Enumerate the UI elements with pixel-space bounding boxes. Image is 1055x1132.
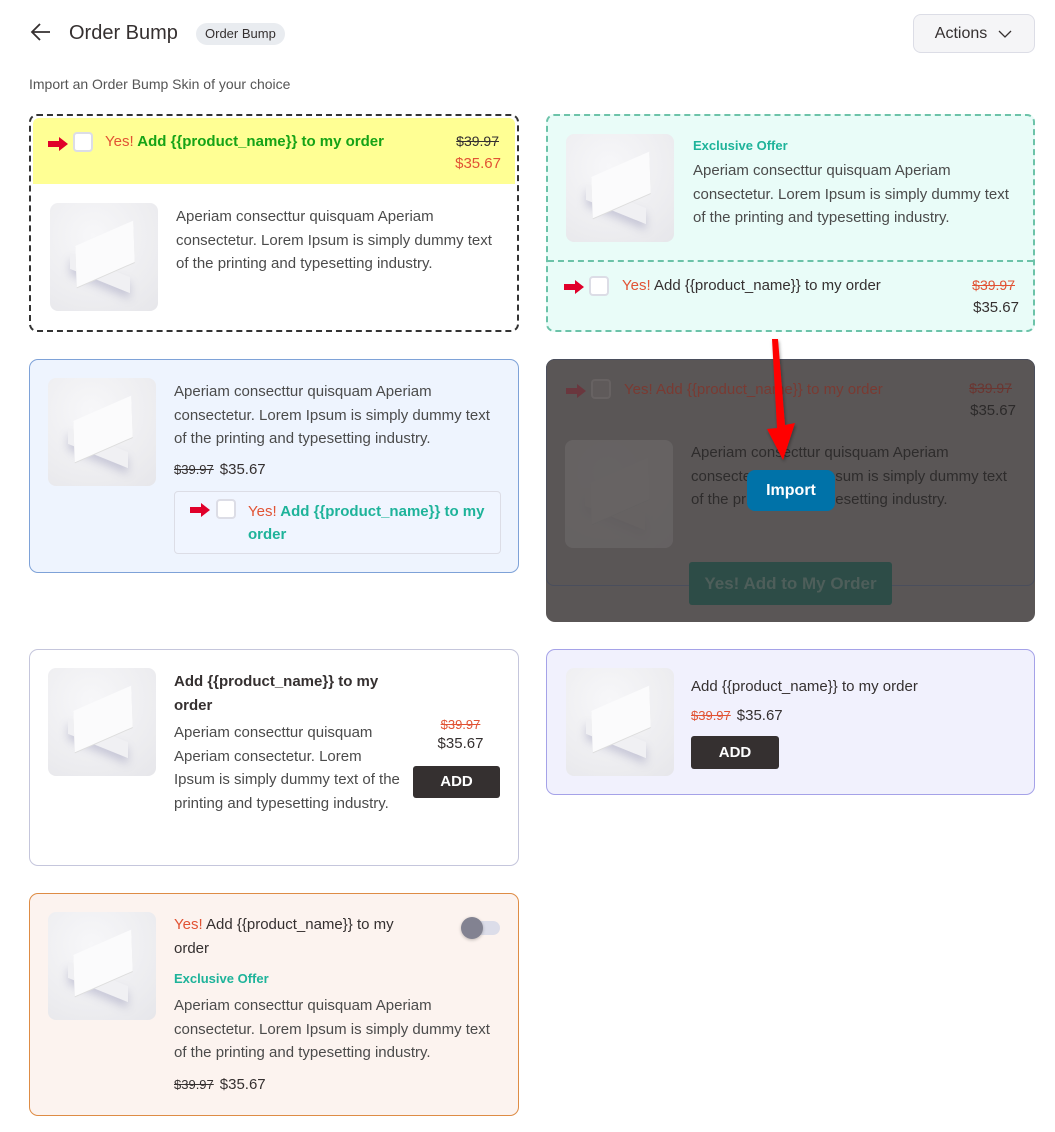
yes-text: Yes! bbox=[622, 277, 651, 294]
new-price: $35.67 bbox=[970, 402, 1016, 419]
old-price: $39.97 bbox=[691, 708, 731, 723]
skin-card-1[interactable]: Yes! Add {{product_name}} to my order $3… bbox=[29, 114, 519, 332]
price: $39.97 $35.67 bbox=[174, 1076, 266, 1093]
offer-title: Add {{product_name}} to my order bbox=[691, 678, 918, 695]
page-title: Order Bump bbox=[69, 22, 178, 44]
product-description: Aperiam consecttur quisquam Aperiam cons… bbox=[174, 724, 400, 812]
old-price: $39.97 bbox=[456, 133, 499, 149]
offer-toggle[interactable] bbox=[461, 916, 501, 939]
actions-label: Actions bbox=[934, 24, 988, 42]
offer-checkbox[interactable] bbox=[216, 499, 236, 519]
offer-text: Add {{product_name}} to my order bbox=[137, 133, 384, 150]
product-description: Aperiam consecttur quisquam Aperiam cons… bbox=[691, 444, 1007, 508]
offer-title: Yes! Add {{product_name}} to my order bbox=[174, 913, 424, 961]
price: $39.97 $35.67 bbox=[174, 461, 266, 478]
yes-text: Yes! bbox=[105, 133, 134, 150]
exclusive-offer-tag: Exclusive Offer bbox=[174, 971, 269, 986]
offer-text: Add {{product_name}} to my order bbox=[174, 916, 394, 957]
offer-label: Yes! Add {{product_name}} to my order bbox=[622, 277, 881, 294]
exclusive-offer-tag: Exclusive Offer bbox=[693, 138, 788, 153]
skin-card-6[interactable]: Add {{product_name}} to my order $39.97 $… bbox=[546, 649, 1035, 795]
annotation-arrow-icon bbox=[767, 339, 795, 460]
actions-dropdown-button[interactable]: Actions bbox=[913, 14, 1035, 53]
product-image bbox=[48, 912, 156, 1020]
old-price: $39.97 bbox=[174, 1077, 214, 1092]
offer-checkbox[interactable] bbox=[589, 276, 609, 296]
product-image bbox=[48, 378, 156, 486]
offer-label: Yes! Add {{product_name}} to my order bbox=[624, 381, 883, 398]
new-price: $35.67 bbox=[973, 299, 1019, 316]
offer-label: Yes! Add {{product_name}} to my order bbox=[105, 133, 384, 150]
chevron-down-icon bbox=[998, 30, 1012, 38]
yes-text: Yes! bbox=[248, 503, 277, 520]
arrow-right-icon bbox=[190, 503, 210, 517]
product-image bbox=[566, 134, 674, 242]
product-image bbox=[565, 440, 673, 548]
new-price: $35.67 bbox=[455, 155, 501, 172]
back-button[interactable] bbox=[29, 20, 53, 44]
offer-title: Add {{product_name}} to my order bbox=[174, 673, 379, 714]
skin-card-7[interactable]: Yes! Add {{product_name}} to my order Ex… bbox=[29, 893, 519, 1116]
import-button[interactable]: Import bbox=[747, 470, 835, 511]
page-subtitle: Import an Order Bump Skin of your choice bbox=[29, 76, 291, 92]
product-image bbox=[566, 668, 674, 776]
offer-box: Yes! Add {{product_name}} to my order bbox=[174, 491, 501, 554]
arrow-right-icon bbox=[48, 137, 68, 151]
old-price: $39.97 bbox=[174, 462, 214, 477]
product-image bbox=[48, 668, 156, 776]
price: $39.97 $35.67 bbox=[691, 707, 783, 724]
add-button[interactable]: ADD bbox=[413, 766, 500, 798]
old-price: $39.97 bbox=[972, 277, 1015, 293]
new-price: $35.67 bbox=[437, 735, 484, 752]
offer-label: Yes! Add {{product_name}} to my order bbox=[248, 500, 498, 546]
offer-text: Add {{product_name}} to my order bbox=[248, 503, 485, 543]
yes-text: Yes! bbox=[174, 916, 203, 933]
new-price: $35.67 bbox=[219, 461, 266, 478]
product-description: Aperiam consecttur quisquam Aperiam cons… bbox=[174, 997, 490, 1061]
product-description: Aperiam consecttur quisquam Aperiam cons… bbox=[693, 162, 1009, 226]
arrow-right-icon bbox=[564, 280, 584, 294]
skin-card-3[interactable]: Aperiam consecttur quisquam Aperiam cons… bbox=[29, 359, 519, 573]
toggle-knob bbox=[461, 917, 483, 939]
new-price: $35.67 bbox=[736, 707, 783, 724]
skin-card-2[interactable]: Exclusive Offer Aperiam consecttur quisq… bbox=[546, 114, 1035, 332]
arrow-right-icon bbox=[566, 384, 586, 398]
page-badge: Order Bump bbox=[196, 23, 285, 45]
page-header: Order Bump Order Bump Actions bbox=[29, 14, 1035, 54]
offer-checkbox bbox=[591, 379, 611, 399]
old-price: $39.97 bbox=[440, 717, 481, 732]
add-to-order-button: Yes! Add to My Order bbox=[689, 562, 892, 605]
old-price: $39.97 bbox=[969, 380, 1012, 396]
product-image bbox=[50, 203, 158, 311]
offer-text: Add {{product_name}} to my order bbox=[653, 277, 881, 294]
product-description: Aperiam consecttur quisquam Aperiam cons… bbox=[176, 208, 492, 272]
product-description: Aperiam consecttur quisquam Aperiam cons… bbox=[174, 383, 490, 447]
arrow-left-icon bbox=[30, 23, 50, 41]
divider bbox=[548, 260, 1033, 262]
offer-band: Yes! Add {{product_name}} to my order $3… bbox=[33, 118, 515, 184]
skin-card-5[interactable]: Add {{product_name}} to my order Aperiam… bbox=[29, 649, 519, 866]
add-button[interactable]: ADD bbox=[691, 736, 779, 769]
new-price: $35.67 bbox=[219, 1076, 266, 1093]
offer-checkbox[interactable] bbox=[73, 132, 93, 152]
